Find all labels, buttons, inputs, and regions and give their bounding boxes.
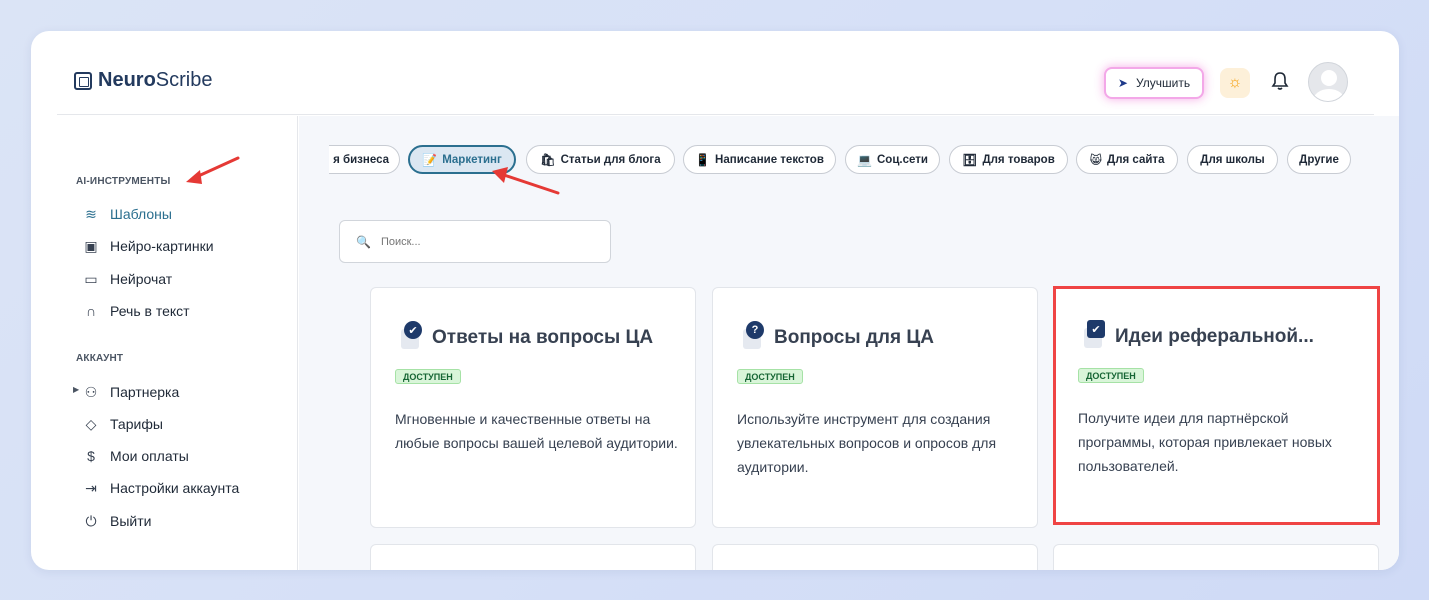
sidebar-item-logout[interactable]: ⏻ Выйти <box>83 511 151 531</box>
avatar-body <box>1313 89 1345 101</box>
users-icon: ⚇ <box>84 383 98 400</box>
card-description: Мгновенные и качественные ответы на любы… <box>395 411 678 451</box>
tab-label: Для сайта <box>1107 153 1165 166</box>
caret-right-icon[interactable]: ▶ <box>73 385 79 394</box>
sidebar: AI-ИНСТРУМЕНТЫ ≋ Шаблоны ▣ Нейро-картинк… <box>57 116 298 570</box>
main-content: я бизнеса 📝 Маркетинг 🛍 Статьи для блога… <box>299 116 1399 570</box>
layers-icon: ≋ <box>85 205 97 222</box>
upgrade-label: Улучшить <box>1135 76 1191 90</box>
sidebar-item-speech-to-text[interactable]: ∩ Речь в текст <box>83 301 190 321</box>
laptop-icon: 💻 <box>857 152 872 167</box>
avatar-head <box>1321 70 1337 86</box>
image-icon: ▣ <box>84 237 98 254</box>
sidebar-item-label: Тарифы <box>110 416 163 432</box>
sun-icon: ☼ <box>1227 74 1243 91</box>
sidebar-item-account-settings[interactable]: ⇥ Настройки аккаунта <box>83 478 239 498</box>
cat-face-icon: 😸 <box>1089 152 1103 167</box>
app-window: Neuro Scribe ➤ Улучшить ☼ AI-ИНСТРУМЕНТЫ … <box>31 31 1399 570</box>
status-badge: ДОСТУПЕН <box>395 369 461 384</box>
headphones-icon: ∩ <box>85 303 97 319</box>
tab-marketing[interactable]: 📝 Маркетинг <box>408 145 516 174</box>
tab-label: Соц.сети <box>877 153 928 166</box>
bell-icon <box>1271 72 1289 90</box>
card-title-row: ✔ Ответы на вопросы ЦА <box>399 321 653 349</box>
dollar-icon: $ <box>87 448 95 464</box>
tab-label: я бизнеса <box>333 153 389 166</box>
section-title-tools: AI-ИНСТРУМЕНТЫ <box>76 176 171 187</box>
sidebar-item-label: Партнерка <box>110 384 180 400</box>
card-description: Получите идеи для партнёрской программы,… <box>1078 410 1332 474</box>
template-card[interactable] <box>712 544 1038 570</box>
notifications-button[interactable] <box>1269 71 1291 95</box>
sidebar-item-label: Выйти <box>110 513 152 529</box>
tab-copywriting[interactable]: 📱 Написание текстов <box>683 145 836 174</box>
sidebar-item-label: Нейро-картинки <box>110 238 214 254</box>
status-badge: ДОСТУПЕН <box>1078 368 1144 383</box>
cabinet-icon: 🗄 <box>962 152 978 167</box>
category-tabs: я бизнеса 📝 Маркетинг 🛍 Статьи для блога… <box>299 145 1399 175</box>
theme-toggle-button[interactable]: ☼ <box>1220 68 1250 98</box>
tab-label: Маркетинг <box>442 153 502 166</box>
tag-icon: ◇ <box>85 415 97 432</box>
card-title: Ответы на вопросы ЦА <box>432 327 654 348</box>
sidebar-item-templates[interactable]: ≋ Шаблоны <box>83 204 172 224</box>
tab-label: Написание текстов <box>715 153 824 166</box>
template-card[interactable]: ? Вопросы для ЦА ДОСТУПЕН Используйте ин… <box>712 287 1038 528</box>
sidebar-item-partner[interactable]: ⚇ Партнерка <box>83 382 180 402</box>
sidebar-item-neurochat[interactable]: ▭ Нейрочат <box>83 269 172 289</box>
search-box: 🔍 <box>339 220 611 263</box>
card-title-row: ? Вопросы для ЦА <box>741 321 934 349</box>
tab-other[interactable]: Другие <box>1287 145 1351 174</box>
login-icon: ⇥ <box>85 479 97 496</box>
question-badge-icon: ? <box>741 321 767 349</box>
logo-bold: Neuro <box>98 69 156 91</box>
sidebar-item-label: Нейрочат <box>110 271 173 287</box>
logo[interactable]: Neuro Scribe <box>74 69 213 92</box>
tab-label: Для товаров <box>982 153 1055 166</box>
sidebar-item-label: Настройки аккаунта <box>110 480 240 496</box>
power-icon: ⏻ <box>85 512 97 529</box>
sidebar-item-tariffs[interactable]: ◇ Тарифы <box>83 414 163 434</box>
tab-label: Статьи для блога <box>560 153 661 166</box>
card-title: Идеи реферальной... <box>1115 326 1314 347</box>
sidebar-item-label: Шаблоны <box>110 206 172 222</box>
sidebar-item-label: Речь в текст <box>110 303 190 319</box>
tab-school[interactable]: Для школы <box>1187 145 1278 174</box>
tab-social[interactable]: 💻 Соц.сети <box>845 145 940 174</box>
sidebar-item-payments[interactable]: $ Мои оплаты <box>83 446 189 466</box>
tab-blog-articles[interactable]: 🛍 Статьи для блога <box>526 145 675 174</box>
avatar[interactable] <box>1308 62 1348 102</box>
tab-products[interactable]: 🗄 Для товаров <box>949 145 1068 174</box>
card-description: Используйте инструмент для создания увле… <box>737 411 997 475</box>
shopping-bags-icon: 🛍 <box>540 152 556 167</box>
template-card-highlighted[interactable]: ✔ Идеи реферальной... ДОСТУПЕН Получите … <box>1053 286 1380 525</box>
check-badge-icon: ✔ <box>399 321 425 349</box>
logo-icon <box>74 71 92 90</box>
top-header: Neuro Scribe ➤ Улучшить ☼ <box>57 31 1374 115</box>
search-input[interactable] <box>380 235 581 248</box>
rocket-icon: ➤ <box>1117 76 1128 90</box>
template-card[interactable]: ✔ Ответы на вопросы ЦА ДОСТУПЕН Мгновенн… <box>370 287 696 528</box>
section-title-account: АККАУНТ <box>76 353 124 364</box>
tab-website[interactable]: 😸 Для сайта <box>1076 145 1178 174</box>
sidebar-item-neuro-images[interactable]: ▣ Нейро-картинки <box>83 236 214 256</box>
phone-icon: 📱 <box>695 152 711 167</box>
search-icon: 🔍 <box>356 234 371 249</box>
upgrade-button[interactable]: ➤ Улучшить <box>1104 67 1204 99</box>
card-title: Вопросы для ЦА <box>774 327 934 348</box>
tab-business[interactable]: я бизнеса <box>329 145 400 174</box>
tab-label: Для школы <box>1200 153 1265 166</box>
status-badge: ДОСТУПЕН <box>737 369 803 384</box>
tab-label: Другие <box>1299 153 1339 166</box>
sidebar-item-label: Мои оплаты <box>110 448 189 464</box>
logo-light: Scribe <box>155 69 213 91</box>
memo-icon: 📝 <box>422 152 438 167</box>
card-title-row: ✔ Идеи реферальной... <box>1082 320 1314 348</box>
template-card[interactable] <box>1053 544 1379 570</box>
chat-icon: ▭ <box>84 270 98 287</box>
template-card[interactable] <box>370 544 696 570</box>
checkbox-icon: ✔ <box>1082 320 1108 348</box>
